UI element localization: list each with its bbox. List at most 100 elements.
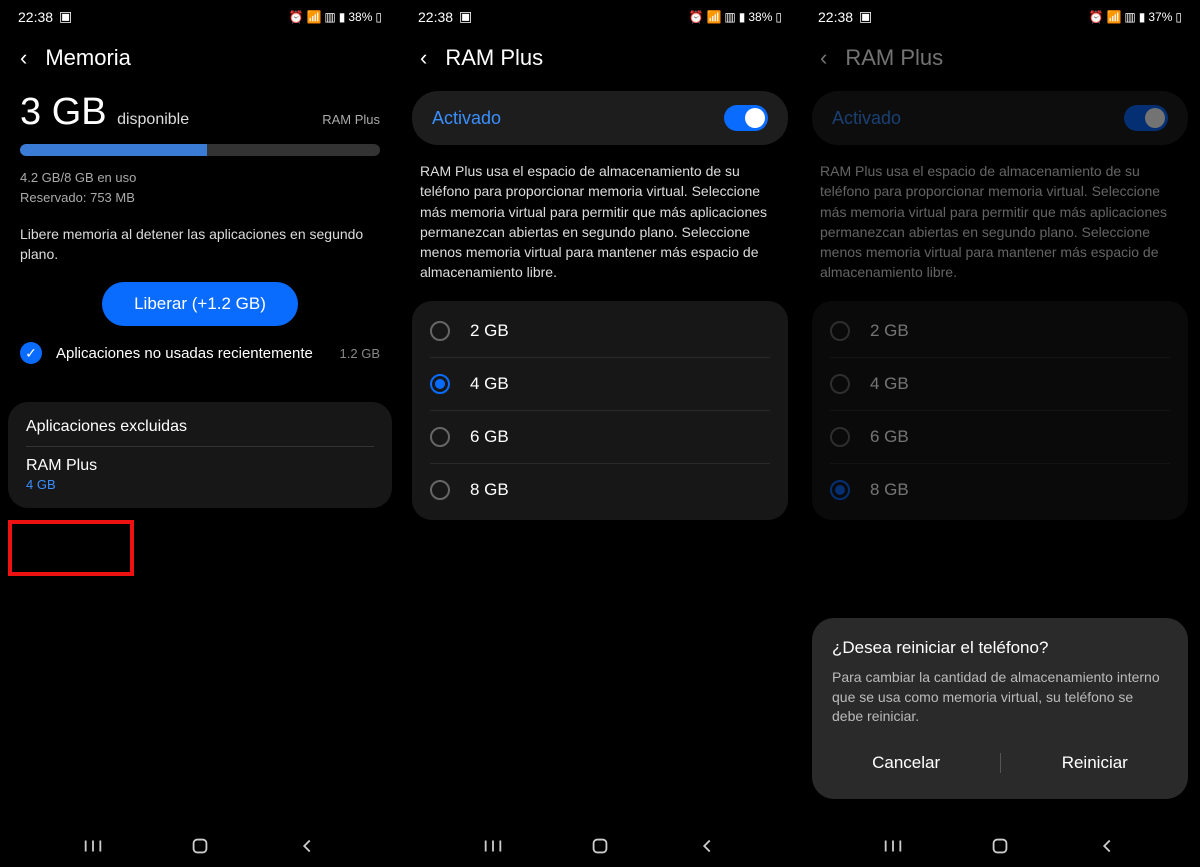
nav-bar <box>400 819 800 867</box>
back-icon[interactable]: ‹ <box>20 45 27 71</box>
option-label: 2 GB <box>470 321 509 341</box>
volte-icon: ▥ <box>724 10 735 24</box>
status-bar: 22:38 ▣ ⏰ 📶 ▥ ▮ 38% ▯ <box>0 0 400 29</box>
radio-icon <box>430 321 450 341</box>
restart-dialog: ¿Desea reiniciar el teléfono? Para cambi… <box>812 618 1188 799</box>
option-4gb[interactable]: 4 GB <box>430 358 770 411</box>
toggle-switch[interactable] <box>724 105 768 131</box>
screenshot-icon: ▣ <box>859 8 872 25</box>
memory-options: 2 GB 4 GB 6 GB 8 GB <box>412 301 788 520</box>
alarm-icon: ⏰ <box>289 10 304 24</box>
ramplus-row[interactable]: RAM Plus 4 GB <box>26 457 374 492</box>
free-memory-button[interactable]: Liberar (+1.2 GB) <box>102 282 298 326</box>
wifi-icon: 📶 <box>306 10 321 24</box>
activated-toggle-row[interactable]: Activado <box>412 91 788 145</box>
option-label: 8 GB <box>470 480 509 500</box>
page-title: Memoria <box>45 45 131 71</box>
excluded-apps-title[interactable]: Aplicaciones excluidas <box>26 418 374 447</box>
usage-text: 4.2 GB/8 GB en uso <box>20 168 380 188</box>
check-icon: ✓ <box>20 342 42 364</box>
nav-recents-icon[interactable] <box>82 835 104 857</box>
description: RAM Plus usa el espacio de almacenamient… <box>400 161 800 301</box>
option-4gb[interactable]: 4 GB <box>830 358 1170 411</box>
option-label: 8 GB <box>870 480 909 500</box>
radio-icon <box>430 427 450 447</box>
nav-home-icon[interactable] <box>189 835 211 857</box>
unused-apps-row[interactable]: ✓ Aplicaciones no usadas recientemente 1… <box>20 326 380 380</box>
activated-toggle-row[interactable]: Activado <box>812 91 1188 145</box>
alarm-icon: ⏰ <box>1089 10 1104 24</box>
signal-icon: ▮ <box>339 10 346 24</box>
reserved-text: Reservado: 753 MB <box>20 188 380 208</box>
ramplus-label: RAM Plus <box>322 112 380 127</box>
nav-back-icon[interactable] <box>696 835 718 857</box>
radio-icon <box>830 321 850 341</box>
signal-icon: ▮ <box>1139 10 1146 24</box>
cancel-button[interactable]: Cancelar <box>852 747 960 779</box>
dialog-text: Para cambiar la cantidad de almacenamien… <box>832 668 1168 727</box>
description: Libere memoria al detener las aplicacion… <box>20 225 380 264</box>
battery-icon: ▯ <box>775 10 782 24</box>
excluded-apps-card: Aplicaciones excluidas RAM Plus 4 GB <box>8 402 392 508</box>
signal-icon: ▮ <box>739 10 746 24</box>
option-8gb[interactable]: 8 GB <box>830 464 1170 516</box>
status-icons: ⏰📶▥▮37%▯ <box>1089 10 1183 24</box>
battery-icon: ▯ <box>375 10 382 24</box>
option-label: 4 GB <box>870 374 909 394</box>
dialog-title: ¿Desea reiniciar el teléfono? <box>832 638 1168 658</box>
unused-apps-label: Aplicaciones no usadas recientemente <box>56 345 326 362</box>
status-icons: ⏰📶▥▮38%▯ <box>689 10 783 24</box>
option-label: 6 GB <box>870 427 909 447</box>
option-2gb[interactable]: 2 GB <box>430 305 770 358</box>
page-title: RAM Plus <box>445 45 543 71</box>
status-time: 22:38 <box>818 9 853 25</box>
radio-icon <box>830 427 850 447</box>
header: ‹ RAM Plus <box>400 29 800 91</box>
option-6gb[interactable]: 6 GB <box>830 411 1170 464</box>
screenshot-icon: ▣ <box>459 8 472 25</box>
option-2gb[interactable]: 2 GB <box>830 305 1170 358</box>
restart-button[interactable]: Reiniciar <box>1042 747 1148 779</box>
separator <box>1000 753 1001 773</box>
screenshot-icon: ▣ <box>59 8 72 25</box>
volte-icon: ▥ <box>324 10 335 24</box>
activated-label: Activado <box>432 108 501 129</box>
memory-options: 2 GB 4 GB 6 GB 8 GB <box>812 301 1188 520</box>
battery-percent: 37% <box>1148 10 1172 24</box>
nav-home-icon[interactable] <box>589 835 611 857</box>
option-6gb[interactable]: 6 GB <box>430 411 770 464</box>
nav-home-icon[interactable] <box>989 835 1011 857</box>
header: ‹ RAM Plus <box>800 29 1200 91</box>
available-label: disponible <box>117 111 189 128</box>
unused-apps-size: 1.2 GB <box>340 346 380 361</box>
status-bar: 22:38▣ ⏰📶▥▮38%▯ <box>400 0 800 29</box>
nav-bar <box>800 819 1200 867</box>
option-label: 6 GB <box>470 427 509 447</box>
page-title: RAM Plus <box>845 45 943 71</box>
battery-percent: 38% <box>748 10 772 24</box>
option-8gb[interactable]: 8 GB <box>430 464 770 516</box>
description: RAM Plus usa el espacio de almacenamient… <box>800 161 1200 301</box>
nav-recents-icon[interactable] <box>482 835 504 857</box>
ramplus-name: RAM Plus <box>26 457 374 475</box>
alarm-icon: ⏰ <box>689 10 704 24</box>
screen-memory: 22:38 ▣ ⏰ 📶 ▥ ▮ 38% ▯ ‹ Memoria 3 GB dis… <box>0 0 400 867</box>
status-bar: 22:38 ▣ ⏰📶▥▮37%▯ <box>800 0 1200 29</box>
option-label: 2 GB <box>870 321 909 341</box>
nav-bar <box>0 819 400 867</box>
screen-ramplus: 22:38▣ ⏰📶▥▮38%▯ ‹ RAM Plus Activado RAM … <box>400 0 800 867</box>
battery-percent: 38% <box>348 10 372 24</box>
nav-back-icon[interactable] <box>296 835 318 857</box>
nav-back-icon[interactable] <box>1096 835 1118 857</box>
activated-label: Activado <box>832 108 901 129</box>
status-icons: ⏰ 📶 ▥ ▮ 38% ▯ <box>289 10 383 24</box>
status-time: 22:38 <box>418 9 453 25</box>
radio-icon <box>830 480 850 500</box>
toggle-switch[interactable] <box>1124 105 1168 131</box>
battery-icon: ▯ <box>1175 10 1182 24</box>
radio-icon <box>430 374 450 394</box>
back-icon[interactable]: ‹ <box>420 45 427 71</box>
nav-recents-icon[interactable] <box>882 835 904 857</box>
back-icon[interactable]: ‹ <box>820 45 827 71</box>
option-label: 4 GB <box>470 374 509 394</box>
